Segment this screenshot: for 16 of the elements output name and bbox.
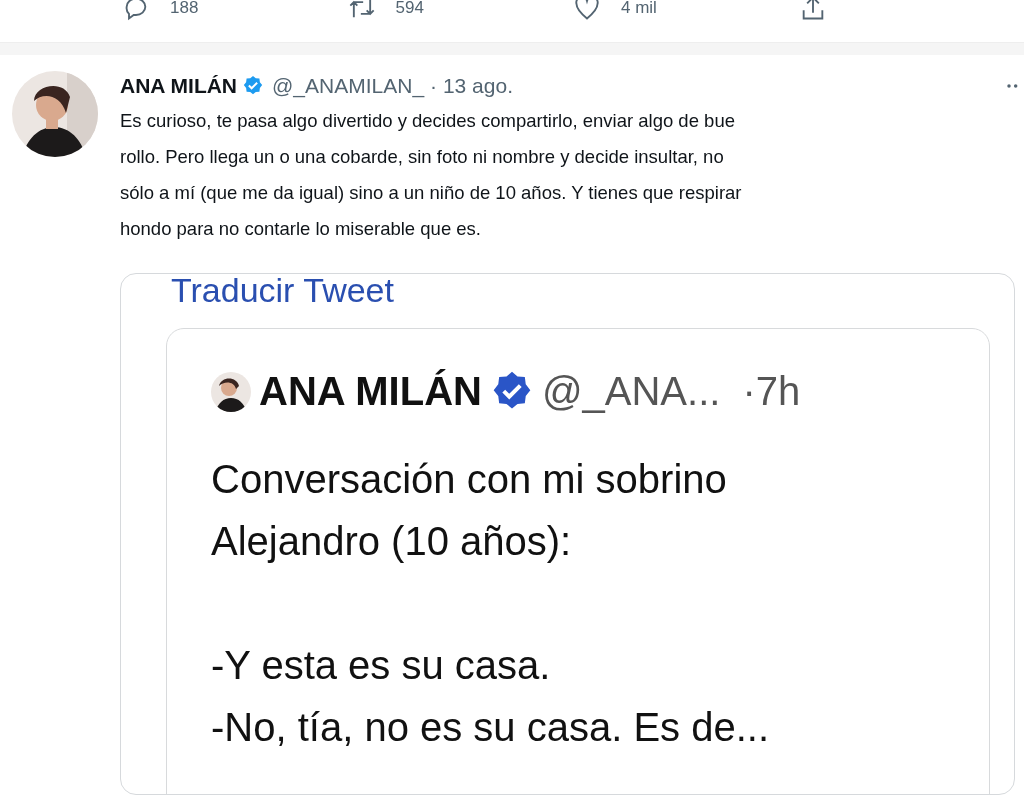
quoted-tweet-line: Conversación con mi sobrino bbox=[211, 457, 727, 501]
action-count: 188 bbox=[170, 0, 199, 18]
quoted-tweet-time: ·7h bbox=[742, 369, 801, 414]
action-count: 4 mil bbox=[621, 0, 657, 18]
tweet-time[interactable]: · 13 ago. bbox=[430, 74, 513, 98]
action-count: 594 bbox=[395, 0, 424, 18]
more-icon[interactable] bbox=[1006, 82, 1020, 90]
quoted-tweet-line: -No, tía, no es su casa. Es de... bbox=[211, 705, 770, 749]
author-handle[interactable]: @_ANAMILAN_ bbox=[272, 74, 425, 98]
author-name[interactable]: ANA MILÁN bbox=[120, 74, 238, 98]
heart-icon[interactable] bbox=[573, 0, 601, 22]
quoted-tweet-line: -Y esta es su casa. bbox=[211, 643, 551, 687]
quoted-author-name: ANA MILÁN bbox=[259, 369, 482, 414]
tweet-text: Es curioso, te pasa algo divertido y decides compartirlo, enviar algo de bue rollo. Pero llega un o una cobarde, sin foto ni nombre y decide insultar, no sólo a mí (que me da igual) sino a un niño de 10 años. Y tienes que respirar hondo para no contarle lo miserable que es. bbox=[120, 109, 743, 241]
quoted-author-handle: @_ANA... bbox=[541, 369, 721, 414]
quoted-tweet-line: Alejandro (10 años): bbox=[211, 519, 572, 563]
